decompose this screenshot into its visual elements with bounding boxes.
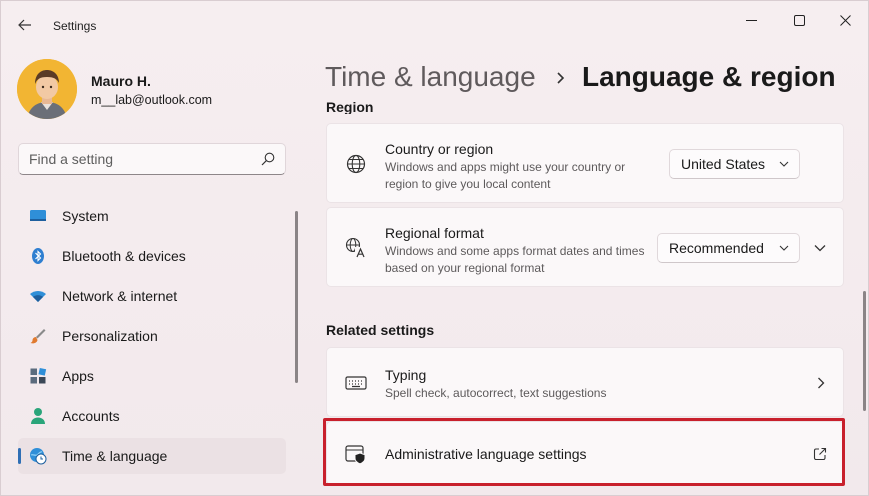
person-icon: [31, 408, 45, 424]
globe-icon: [346, 154, 366, 174]
minimize-button[interactable]: [728, 7, 774, 33]
sidebar-item-personalization[interactable]: Personalization: [18, 318, 286, 354]
keyboard-icon: [345, 376, 367, 390]
dropdown-value: United States: [681, 156, 766, 172]
close-icon: [839, 14, 851, 26]
search-icon[interactable]: [261, 152, 275, 166]
card-title: Country or region: [385, 141, 494, 157]
country-dropdown[interactable]: United States: [669, 149, 800, 179]
user-avatar-icon: [17, 59, 77, 119]
apps-icon: [30, 367, 47, 384]
sidebar-item-label: Apps: [62, 368, 94, 384]
avatar[interactable]: [17, 59, 77, 119]
title-bar: Settings: [1, 1, 869, 41]
chevron-right-icon: [818, 377, 825, 389]
system-icon: [30, 210, 46, 221]
sidebar-item-accounts[interactable]: Accounts: [18, 398, 286, 434]
chevron-right-icon: [557, 72, 565, 84]
expand-chevron-icon[interactable]: [813, 243, 827, 253]
typing-card[interactable]: Typing Spell check, autocorrect, text su…: [326, 347, 844, 417]
card-description: Spell check, autocorrect, text suggestio…: [385, 386, 607, 400]
search-box[interactable]: [18, 143, 286, 175]
active-indicator: [18, 448, 21, 464]
user-name: Mauro H.: [91, 73, 151, 89]
dropdown-value: Recommended: [669, 240, 764, 256]
regional-format-card[interactable]: Regional format Windows and some apps fo…: [326, 207, 844, 287]
country-region-card: Country or region Windows and apps might…: [326, 123, 844, 203]
sidebar-item-network[interactable]: Network & internet: [18, 278, 286, 314]
highlight-annotation-box: [323, 418, 845, 486]
breadcrumb-parent[interactable]: Time & language: [325, 61, 536, 93]
sidebar-item-time-language[interactable]: Time & language: [18, 438, 286, 474]
bluetooth-icon: [32, 248, 44, 264]
section-label-related: Related settings: [326, 322, 435, 338]
card-description: Windows and some apps format dates and t…: [385, 244, 645, 275]
sidebar-item-label: Bluetooth & devices: [62, 248, 186, 264]
clock-globe-icon: [30, 448, 47, 465]
chevron-down-icon: [779, 245, 789, 251]
brush-icon: [30, 329, 46, 344]
wifi-icon: [30, 291, 46, 302]
user-email: m__lab@outlook.com: [91, 93, 213, 107]
regional-format-dropdown[interactable]: Recommended: [657, 233, 800, 263]
card-title: Typing: [385, 367, 427, 383]
section-label-region: Region: [326, 100, 374, 114]
maximize-button[interactable]: [776, 7, 822, 33]
settings-window: Settings Mauro H. m__lab@outlook.com Fin…: [0, 0, 869, 496]
sidebar-item-label: Time & language: [62, 448, 168, 464]
app-title: Settings: [53, 19, 97, 33]
page-title: Language & region: [582, 61, 836, 92]
sidebar-item-label: Accounts: [62, 408, 120, 424]
sidebar-item-bluetooth[interactable]: Bluetooth & devices: [18, 238, 286, 274]
card-description: Windows and apps might use your country …: [385, 160, 626, 191]
maximize-icon: [793, 14, 805, 26]
sidebar-item-system[interactable]: System: [18, 198, 286, 234]
chevron-down-icon: [779, 161, 789, 167]
sidebar-scrollbar[interactable]: [295, 211, 298, 383]
search-input[interactable]: [29, 144, 249, 174]
back-button[interactable]: [11, 11, 39, 39]
language-format-icon: [345, 237, 366, 258]
sidebar-item-label: Personalization: [62, 328, 158, 344]
card-title: Regional format: [385, 225, 484, 241]
main-scrollbar[interactable]: [863, 291, 866, 411]
close-button[interactable]: [822, 7, 868, 33]
back-arrow-icon: [18, 19, 31, 31]
sidebar-item-label: Network & internet: [62, 288, 178, 304]
minimize-icon: [745, 19, 757, 21]
sidebar-item-apps[interactable]: Apps: [18, 358, 286, 394]
sidebar-item-label: System: [62, 208, 109, 224]
